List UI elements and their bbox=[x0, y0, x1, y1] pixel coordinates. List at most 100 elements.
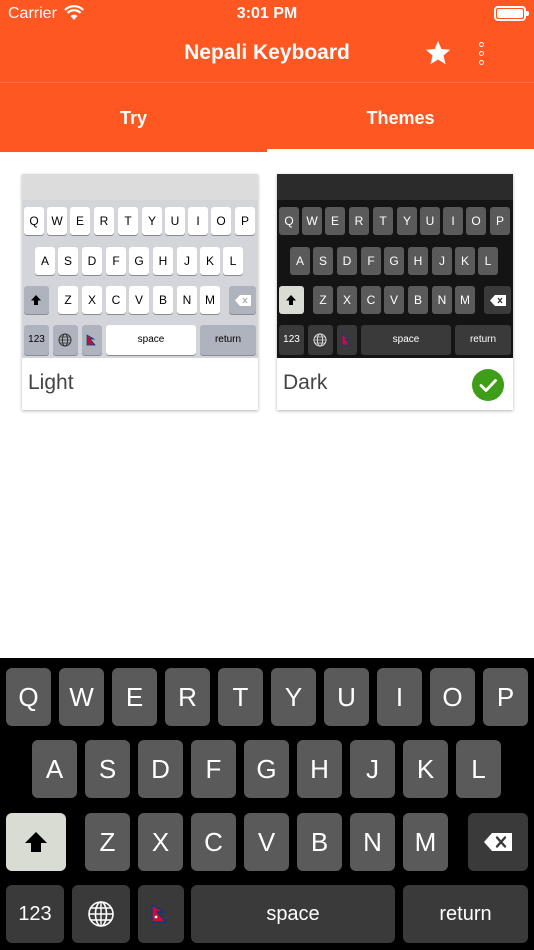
preview-key: A bbox=[290, 247, 310, 275]
preview-key: H bbox=[408, 247, 428, 275]
preview-key: E bbox=[325, 207, 345, 235]
backspace-icon bbox=[484, 833, 512, 851]
key-w[interactable]: W bbox=[59, 668, 104, 726]
preview-key: U bbox=[420, 207, 440, 235]
nepal-flag-icon bbox=[86, 334, 96, 346]
key-v[interactable]: V bbox=[244, 813, 289, 871]
preview-key: V bbox=[384, 286, 404, 314]
preview-key: K bbox=[455, 247, 475, 275]
return-key[interactable]: return bbox=[403, 885, 528, 943]
backspace-key[interactable] bbox=[468, 813, 528, 871]
status-bar: Carrier 3:01 PM bbox=[0, 0, 534, 28]
shift-icon bbox=[25, 832, 47, 852]
preview-key: B bbox=[408, 286, 428, 314]
preview-key: U bbox=[165, 207, 185, 235]
theme-card-dark[interactable]: Q W E R T Y U I O P A S D F G H J K L Z … bbox=[277, 174, 513, 410]
preview-key: M bbox=[455, 286, 475, 314]
nepal-flag-icon bbox=[151, 903, 168, 923]
key-l[interactable]: L bbox=[456, 740, 501, 798]
preview-key: Q bbox=[24, 207, 44, 235]
key-o[interactable]: O bbox=[430, 668, 475, 726]
preview-key: F bbox=[361, 247, 381, 275]
key-n[interactable]: N bbox=[350, 813, 395, 871]
status-time: 3:01 PM bbox=[236, 5, 298, 22]
preview-numbers-key: 123 bbox=[279, 325, 304, 355]
key-p[interactable]: P bbox=[483, 668, 528, 726]
key-c[interactable]: C bbox=[191, 813, 236, 871]
theme-name-light: Light bbox=[28, 371, 74, 394]
preview-backspace-key bbox=[484, 286, 511, 314]
nepal-flag-icon bbox=[341, 334, 351, 346]
key-j[interactable]: J bbox=[350, 740, 395, 798]
nepali-language-key[interactable] bbox=[138, 885, 184, 943]
key-z[interactable]: Z bbox=[85, 813, 130, 871]
preview-key: T bbox=[118, 207, 138, 235]
preview-key: N bbox=[432, 286, 452, 314]
key-h[interactable]: H bbox=[297, 740, 342, 798]
key-a[interactable]: A bbox=[32, 740, 77, 798]
globe-key[interactable] bbox=[72, 885, 130, 943]
preview-key: W bbox=[302, 207, 322, 235]
preview-backspace-key bbox=[229, 286, 256, 314]
preview-key: O bbox=[466, 207, 486, 235]
preview-key: Y bbox=[142, 207, 162, 235]
key-q[interactable]: Q bbox=[6, 668, 51, 726]
preview-key: P bbox=[235, 207, 255, 235]
numbers-key[interactable]: 123 bbox=[6, 885, 64, 943]
preview-key: B bbox=[153, 286, 173, 314]
globe-icon bbox=[58, 333, 72, 347]
key-s[interactable]: S bbox=[85, 740, 130, 798]
key-x[interactable]: X bbox=[138, 813, 183, 871]
preview-key: L bbox=[478, 247, 498, 275]
app-title: Nepali Keyboard bbox=[184, 41, 350, 64]
tab-bar: Try Themes bbox=[0, 82, 534, 153]
tab-try[interactable]: Try bbox=[0, 83, 267, 153]
preview-key: Z bbox=[58, 286, 78, 314]
key-g[interactable]: G bbox=[244, 740, 289, 798]
preview-return-key: return bbox=[200, 325, 256, 355]
theme-card-light[interactable]: Q W E R T Y U I O P A S D F G H J K L Z … bbox=[22, 174, 258, 410]
key-y[interactable]: Y bbox=[271, 668, 316, 726]
star-icon[interactable] bbox=[424, 39, 452, 67]
key-e[interactable]: E bbox=[112, 668, 157, 726]
key-d[interactable]: D bbox=[138, 740, 183, 798]
preview-key: S bbox=[313, 247, 333, 275]
preview-space-key: space bbox=[106, 325, 196, 355]
preview-key: L bbox=[223, 247, 243, 275]
tab-themes[interactable]: Themes bbox=[267, 83, 534, 153]
key-b[interactable]: B bbox=[297, 813, 342, 871]
key-t[interactable]: T bbox=[218, 668, 263, 726]
preview-key: J bbox=[177, 247, 197, 275]
key-u[interactable]: U bbox=[324, 668, 369, 726]
battery-icon bbox=[494, 6, 529, 21]
space-key[interactable]: space bbox=[191, 885, 395, 943]
preview-key: M bbox=[200, 286, 220, 314]
preview-key: I bbox=[188, 207, 208, 235]
preview-key: H bbox=[153, 247, 173, 275]
preview-key: X bbox=[82, 286, 102, 314]
preview-shift-key bbox=[24, 286, 49, 314]
preview-key: C bbox=[106, 286, 126, 314]
preview-key: G bbox=[384, 247, 404, 275]
more-options-icon[interactable] bbox=[474, 42, 488, 68]
key-i[interactable]: I bbox=[377, 668, 422, 726]
key-f[interactable]: F bbox=[191, 740, 236, 798]
preview-key: S bbox=[58, 247, 78, 275]
theme-preview-light: Q W E R T Y U I O P A S D F G H J K L Z … bbox=[22, 174, 258, 358]
tab-indicator bbox=[267, 149, 534, 153]
backspace-icon bbox=[490, 295, 506, 306]
preview-key: I bbox=[443, 207, 463, 235]
key-m[interactable]: M bbox=[403, 813, 448, 871]
preview-return-key: return bbox=[455, 325, 511, 355]
preview-key: Q bbox=[279, 207, 299, 235]
key-r[interactable]: R bbox=[165, 668, 210, 726]
preview-key: D bbox=[337, 247, 357, 275]
preview-key: A bbox=[35, 247, 55, 275]
preview-key: N bbox=[177, 286, 197, 314]
preview-key: Y bbox=[397, 207, 417, 235]
shift-key[interactable] bbox=[6, 813, 66, 871]
backspace-icon bbox=[235, 295, 251, 306]
selected-check-icon bbox=[472, 369, 504, 401]
preview-key: R bbox=[94, 207, 114, 235]
key-k[interactable]: K bbox=[403, 740, 448, 798]
